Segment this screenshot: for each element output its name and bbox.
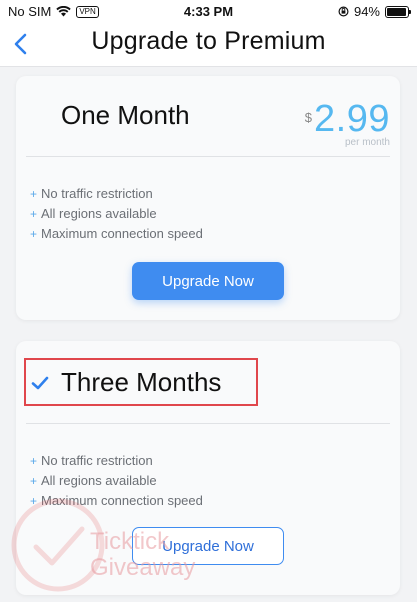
upgrade-now-button[interactable]: Upgrade Now <box>132 262 284 300</box>
feature-item: + No traffic restriction <box>30 184 203 204</box>
page-title: Upgrade to Premium <box>91 27 326 55</box>
feature-list: + No traffic restriction + All regions a… <box>30 451 203 511</box>
price: $2.99 per month <box>305 98 390 148</box>
plan-name: One Month <box>61 100 190 130</box>
price-value: 2.99 <box>314 98 390 140</box>
feature-text: Maximum connection speed <box>41 226 203 241</box>
plan-name: Three Months <box>61 367 222 397</box>
feature-list: + No traffic restriction + All regions a… <box>30 184 203 244</box>
status-right: 94% <box>338 4 411 19</box>
plus-icon: + <box>30 474 38 488</box>
feature-text: All regions available <box>41 473 157 488</box>
feature-item: + Maximum connection speed <box>30 491 203 511</box>
price-currency: $ <box>304 110 313 125</box>
plus-icon: + <box>30 494 38 508</box>
plan-card-three-months[interactable]: Three Months + No traffic restriction + … <box>16 341 400 595</box>
feature-item: + All regions available <box>30 204 203 224</box>
feature-text: All regions available <box>41 206 157 221</box>
upgrade-now-button[interactable]: Upgrade Now <box>132 527 284 565</box>
plan-card-one-month[interactable]: One Month $2.99 per month + No traffic r… <box>16 76 400 320</box>
feature-text: Maximum connection speed <box>41 493 203 508</box>
divider <box>26 156 390 157</box>
orientation-lock-icon <box>338 6 349 17</box>
feature-text: No traffic restriction <box>41 186 153 201</box>
plus-icon: + <box>30 454 38 468</box>
feature-item: + All regions available <box>30 471 203 491</box>
plus-icon: + <box>30 187 38 201</box>
plus-icon: + <box>30 227 38 241</box>
divider <box>26 423 390 424</box>
status-bar: No SIM VPN 4:33 PM 94% <box>0 0 417 22</box>
navigation-bar: Upgrade to Premium <box>0 22 417 67</box>
feature-item: + No traffic restriction <box>30 451 203 471</box>
feature-text: No traffic restriction <box>41 453 153 468</box>
battery-icon <box>385 5 411 18</box>
battery-fill <box>387 7 406 16</box>
battery-percent: 94% <box>353 4 380 19</box>
feature-item: + Maximum connection speed <box>30 224 203 244</box>
checkmark-icon <box>31 376 49 390</box>
plus-icon: + <box>30 207 38 221</box>
